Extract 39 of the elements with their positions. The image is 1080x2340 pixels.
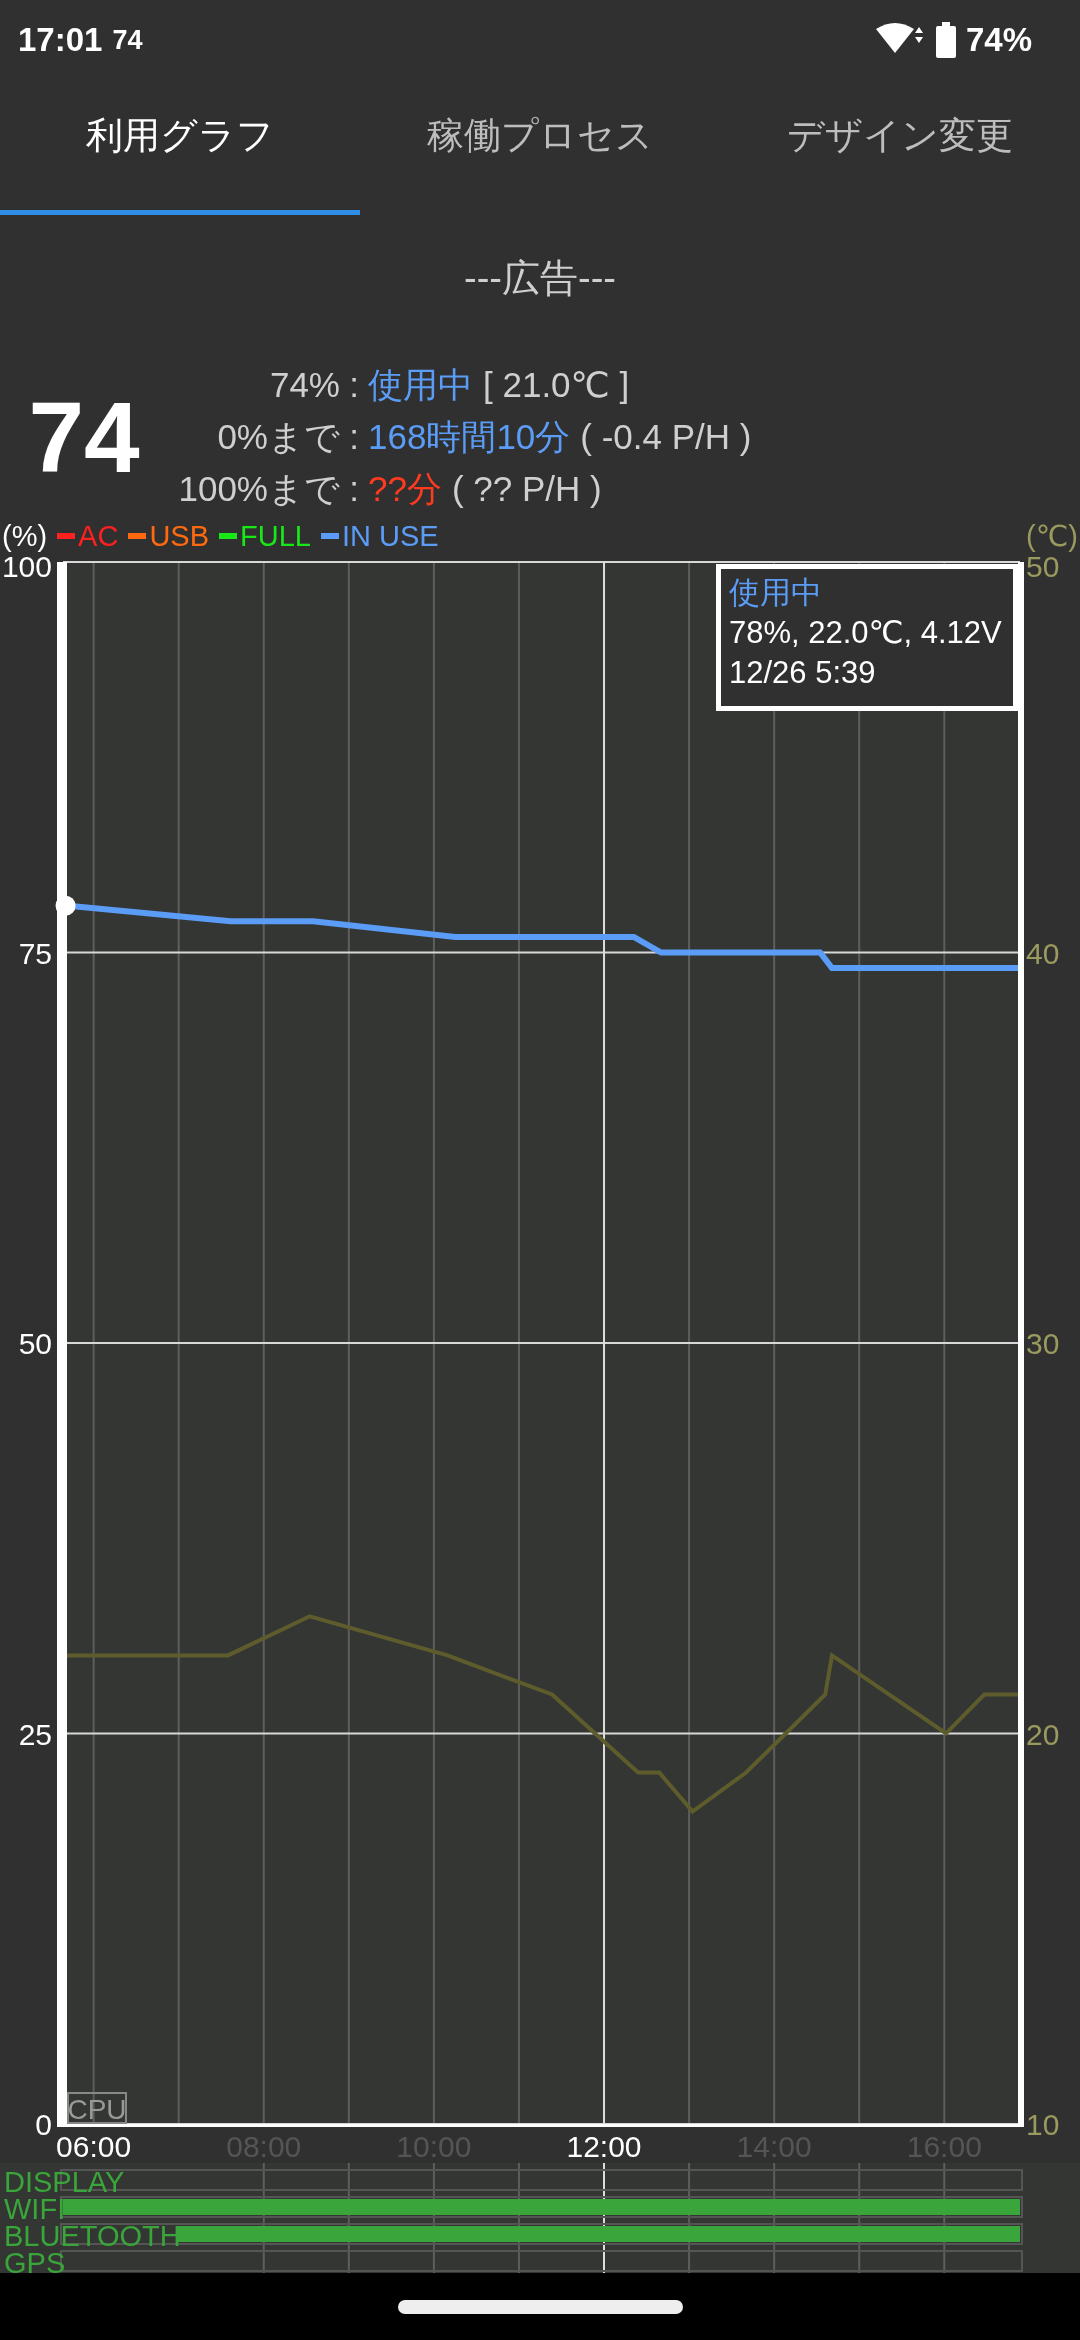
legend-item: FULL xyxy=(219,519,311,553)
axis-label: 20 xyxy=(1026,1717,1060,1751)
info-value: 168時間10分 xyxy=(368,415,571,458)
tooltip-title: 使用中 xyxy=(729,574,823,612)
info-value: ??分 xyxy=(368,467,442,510)
info-label: 100%まで xyxy=(178,467,340,510)
ad-label: ---広告--- xyxy=(464,255,616,301)
notification-count: 74 xyxy=(112,24,143,56)
info-label: 0%まで xyxy=(217,415,340,458)
tooltip-text: 78%, 22.0℃, 4.12V xyxy=(729,614,1003,652)
separator: : xyxy=(349,417,359,457)
axis-unit: (℃) xyxy=(1026,519,1078,553)
info-detail: [ 21.0℃ ] xyxy=(483,365,630,405)
status-time: 17:01 xyxy=(18,21,103,59)
axis-label: 30 xyxy=(1026,1327,1060,1360)
axis-label: 12:00 xyxy=(566,2130,642,2163)
separator: : xyxy=(349,469,359,509)
axis-unit: (%) xyxy=(2,519,48,553)
info-detail: ( -0.4 P/H ) xyxy=(580,417,752,457)
axis-label: 0 xyxy=(35,2108,52,2141)
info-detail: ( ?? P/H ) xyxy=(451,469,602,509)
separator: : xyxy=(349,365,359,405)
axis-label: 40 xyxy=(1026,936,1060,970)
legend-item: USB xyxy=(128,519,210,553)
info-label: 74% xyxy=(269,365,340,405)
axis-label: 50 xyxy=(18,1327,52,1360)
cpu-tag: CPU xyxy=(67,2092,127,2125)
battery-level: 74 xyxy=(27,379,140,495)
tooltip-text: 12/26 5:39 xyxy=(729,654,877,692)
axis-label: 25 xyxy=(18,1717,52,1751)
axis-label: 75 xyxy=(18,936,52,970)
axis-label: 100 xyxy=(1,551,52,583)
battery-percent: 74% xyxy=(965,21,1032,59)
legend-item: IN USE xyxy=(320,519,439,553)
info-value: 使用中 xyxy=(368,363,473,406)
axis-label: 10 xyxy=(1026,2108,1060,2141)
axis-label: 06:00 xyxy=(56,2130,132,2163)
legend-item: AC xyxy=(57,519,119,553)
axis-label: 50 xyxy=(1026,551,1060,583)
